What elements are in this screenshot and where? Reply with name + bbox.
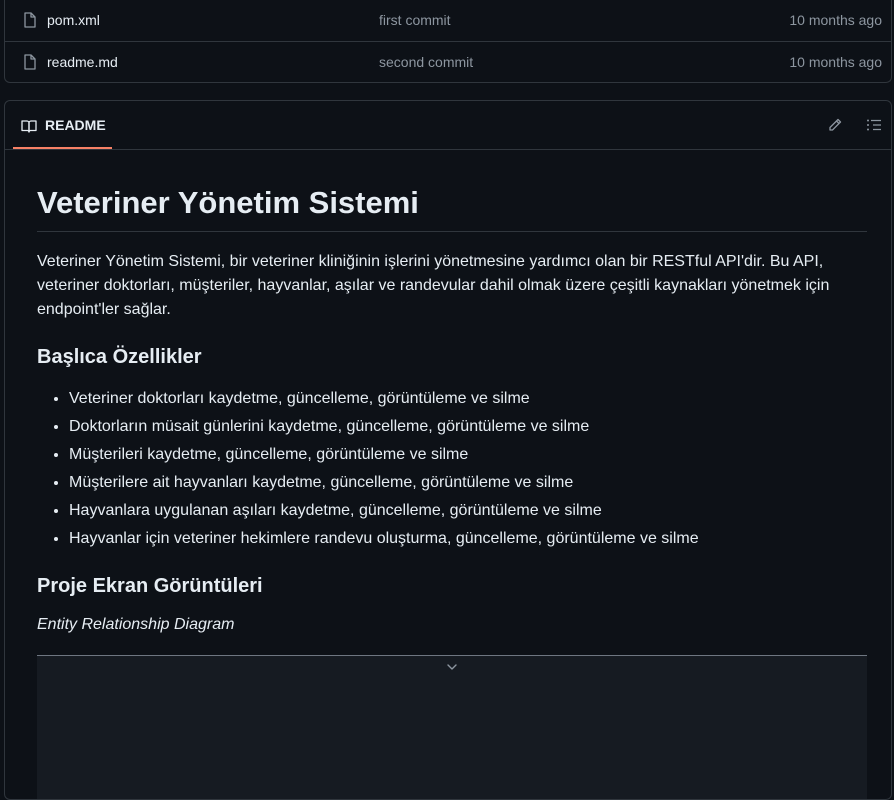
features-list: Veteriner doktorları kaydetme, güncellem… <box>37 385 699 553</box>
file-name-link[interactable]: pom.xml <box>47 12 100 28</box>
commit-message-link[interactable]: first commit <box>379 12 451 28</box>
tab-readme-label: README <box>45 117 106 133</box>
list-item: Müşterilere ait hayvanları kaydetme, gün… <box>69 469 699 497</box>
file-list: pom.xml first commit 10 months ago readm… <box>4 0 892 83</box>
commit-message-link[interactable]: second commit <box>379 54 473 70</box>
pencil-icon[interactable] <box>827 117 843 133</box>
erd-image[interactable] <box>37 655 867 799</box>
list-icon[interactable] <box>866 117 882 133</box>
file-name-link[interactable]: readme.md <box>47 54 118 70</box>
readme-title: Veteriner Yönetim Sistemi <box>37 184 867 232</box>
tab-readme[interactable]: README <box>13 101 112 149</box>
file-row[interactable]: pom.xml first commit 10 months ago <box>5 0 891 41</box>
commit-date: 10 months ago <box>789 11 882 28</box>
book-icon <box>21 120 37 133</box>
readme-panel: README Veteriner Yönetim Sistemi Veterin… <box>4 100 892 800</box>
commit-date: 10 months ago <box>789 54 882 70</box>
file-row[interactable]: readme.md second commit 10 months ago <box>5 41 891 82</box>
features-heading: Başlıca Özellikler <box>37 346 202 368</box>
readme-header: README <box>5 101 891 150</box>
list-item: Müşterileri kaydetme, güncelleme, görünt… <box>69 441 699 469</box>
file-icon <box>24 11 36 28</box>
file-icon <box>24 54 36 70</box>
screenshots-heading: Proje Ekran Görüntüleri <box>37 575 263 597</box>
intro-paragraph: Veteriner Yönetim Sistemi, bir veteriner… <box>37 253 830 318</box>
chevron-down-icon[interactable] <box>445 660 459 674</box>
list-item: Hayvanlara uygulanan aşıları kaydetme, g… <box>69 497 699 525</box>
list-item: Hayvanlar için veteriner hekimlere rande… <box>69 525 699 553</box>
erd-caption: Entity Relationship Diagram <box>37 616 235 633</box>
list-item: Doktorların müsait günlerini kaydetme, g… <box>69 413 699 441</box>
list-item: Veteriner doktorları kaydetme, güncellem… <box>69 385 699 413</box>
